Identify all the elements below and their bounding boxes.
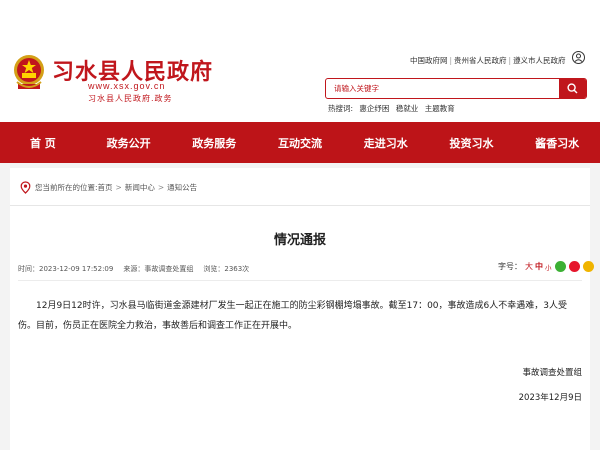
font-size-controls: 字号： 大 中 小 — [498, 261, 594, 272]
hot-search-label: 热搜词: — [328, 104, 354, 113]
font-size-label: 字号： — [498, 262, 522, 271]
site-subtitle: 习水县人民政府.政务 — [88, 94, 173, 103]
breadcrumb-separator: > — [115, 183, 122, 192]
national-emblem-icon — [14, 55, 44, 89]
breadcrumb-notices[interactable]: 通知公告 — [167, 182, 197, 193]
hot-word[interactable]: 惠企纾困 — [359, 104, 389, 113]
article-body: 12月9日12时许，习水县马临街道金源建材厂发生一起正在施工的防尘彩钢棚垮塌事故… — [18, 301, 567, 331]
article-time: 时间：2023-12-09 17:52:09 — [18, 265, 114, 273]
breadcrumb: 您当前所在的位置: 首页 > 新闻中心 > 通知公告 — [20, 181, 197, 194]
font-size-large-button[interactable]: 大 — [525, 261, 533, 272]
wechat-share-icon[interactable] — [554, 261, 566, 272]
article-source: 来源：事故调查处置组 — [123, 265, 194, 273]
nav-item-interaction[interactable]: 互动交流 — [257, 122, 343, 163]
link-china-gov[interactable]: 中国政府网 — [410, 55, 448, 66]
search-input[interactable] — [326, 79, 559, 98]
search-button[interactable] — [559, 79, 586, 98]
qzone-share-icon[interactable] — [582, 261, 594, 272]
hot-word[interactable]: 稳就业 — [396, 104, 419, 113]
breadcrumb-home[interactable]: 首页 — [98, 182, 113, 193]
font-size-medium-button[interactable]: 中 — [535, 261, 543, 272]
location-icon — [20, 181, 31, 194]
nav-item-about[interactable]: 走进习水 — [343, 122, 429, 163]
weibo-share-icon[interactable] — [568, 261, 580, 272]
site-header: 习水县人民政府 www.xsx.gov.cn 习水县人民政府.政务 中国政府网 … — [0, 0, 600, 122]
search-icon — [567, 83, 578, 94]
hot-search: 热搜词: 惠企纾困 稳就业 主题教育 — [328, 103, 459, 114]
link-separator: | — [449, 56, 453, 65]
nav-item-jiangxiang[interactable]: 酱香习水 — [514, 122, 600, 163]
article-meta: 时间：2023-12-09 17:52:09 来源：事故调查处置组 浏览：236… — [18, 264, 259, 274]
breadcrumb-divider — [10, 205, 590, 206]
nav-item-home[interactable]: 首 页 — [0, 122, 86, 163]
breadcrumb-label: 您当前所在的位置: — [35, 183, 98, 192]
user-icon[interactable] — [572, 51, 585, 64]
breadcrumb-separator: > — [157, 183, 165, 192]
link-separator: | — [508, 56, 512, 65]
nav-item-gov-affairs-open[interactable]: 政务公开 — [86, 122, 172, 163]
top-links: 中国政府网 | 贵州省人民政府 | 遵义市人民政府 — [410, 55, 566, 66]
article-views: 浏览：2363次 — [203, 265, 250, 273]
main-nav: 首 页 政务公开 政务服务 互动交流 走进习水 投资习水 酱香习水 — [0, 122, 600, 163]
meta-divider — [18, 280, 582, 281]
font-size-small-button[interactable]: 小 — [545, 262, 552, 272]
hot-word[interactable]: 主题教育 — [425, 104, 455, 113]
link-guizhou-gov[interactable]: 贵州省人民政府 — [454, 55, 507, 66]
article-signature: 事故调查处置组 — [522, 368, 582, 378]
article-date: 2023年12月9日 — [518, 393, 582, 403]
search-box — [325, 78, 587, 99]
article-title: 情况通报 — [273, 233, 326, 248]
breadcrumb-news-center[interactable]: 新闻中心 — [125, 182, 155, 193]
nav-item-investment[interactable]: 投资习水 — [429, 122, 515, 163]
article-panel: 您当前所在的位置: 首页 > 新闻中心 > 通知公告 情况通报 时间：2023-… — [10, 168, 594, 450]
site-url: www.xsx.gov.cn — [88, 81, 166, 91]
nav-item-gov-services[interactable]: 政务服务 — [171, 122, 257, 163]
link-zunyi-gov[interactable]: 遵义市人民政府 — [513, 55, 566, 66]
